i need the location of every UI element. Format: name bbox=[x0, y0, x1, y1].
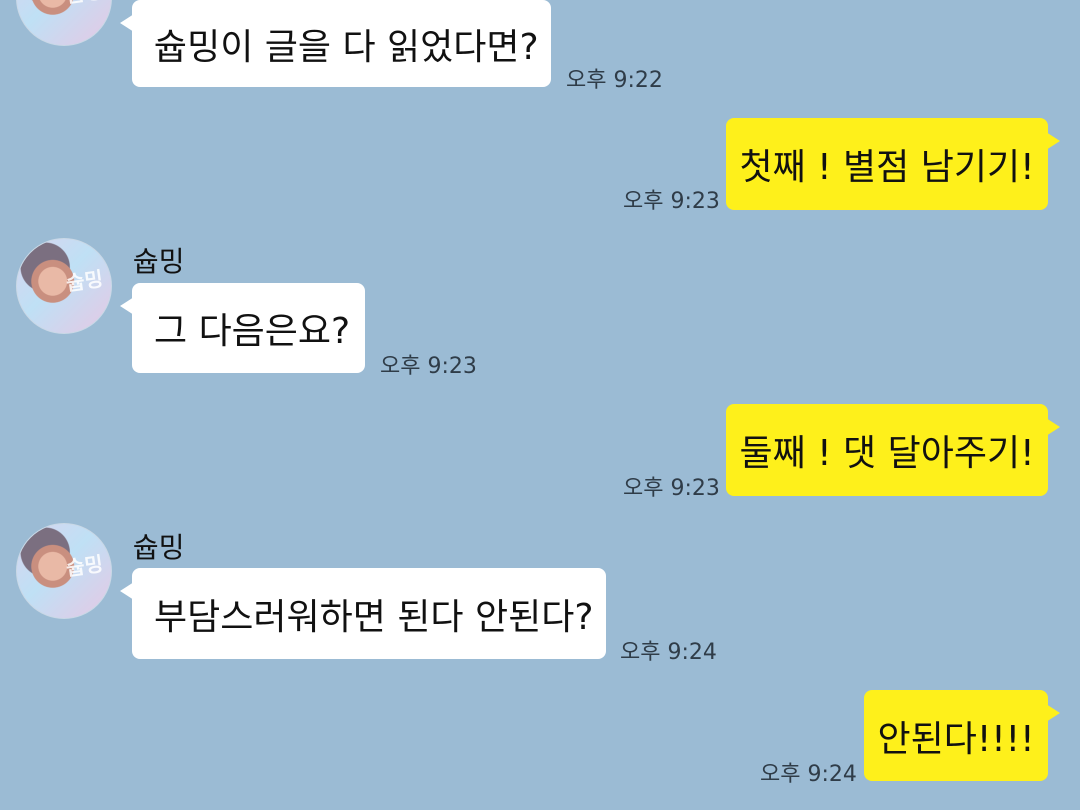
message-time: 오후 9:23 bbox=[623, 476, 720, 501]
message-text: 안된다!!!! bbox=[877, 718, 1035, 760]
message-bubble-outgoing[interactable]: 둘째 ! 댓 달아주기! bbox=[726, 404, 1060, 496]
message-text: 슙밍이 글을 다 읽었다면? bbox=[154, 26, 539, 68]
sender-name: 슙밍 bbox=[133, 245, 185, 278]
message-bubble-incoming[interactable]: 그 다음은요? bbox=[120, 283, 365, 373]
message-time: 오후 9:23 bbox=[380, 354, 477, 379]
message-text: 부담스러워하면 된다 안된다? bbox=[154, 596, 594, 638]
message-time: 오후 9:24 bbox=[620, 640, 717, 665]
message-time: 오후 9:22 bbox=[566, 68, 663, 93]
message-bubble-outgoing[interactable]: 첫째 ! 별점 남기기! bbox=[726, 118, 1060, 210]
message-text: 둘째 ! 댓 달아주기! bbox=[739, 433, 1035, 474]
message-bubble-incoming[interactable]: 부담스러워하면 된다 안된다? bbox=[120, 568, 606, 659]
message-text: 그 다음은요? bbox=[154, 311, 351, 352]
message-text: 첫째 ! 별점 남기기! bbox=[739, 147, 1035, 188]
message-time: 오후 9:23 bbox=[623, 189, 720, 214]
message-time: 오후 9:24 bbox=[760, 762, 857, 787]
avatar[interactable]: 슙밍 bbox=[16, 238, 112, 334]
sender-name: 슙밍 bbox=[133, 531, 185, 564]
avatar-watermark: 슙밍 bbox=[64, 266, 105, 296]
avatar[interactable]: 슙밍 bbox=[16, 523, 112, 619]
message-bubble-outgoing[interactable]: 안된다!!!! bbox=[864, 690, 1060, 781]
avatar-watermark: 슙밍 bbox=[64, 551, 105, 581]
avatar[interactable]: 슙밍 bbox=[16, 0, 112, 46]
avatar-watermark: 슙밍 bbox=[64, 0, 105, 8]
message-bubble-incoming[interactable]: 슙밍이 글을 다 읽었다면? bbox=[120, 0, 551, 87]
